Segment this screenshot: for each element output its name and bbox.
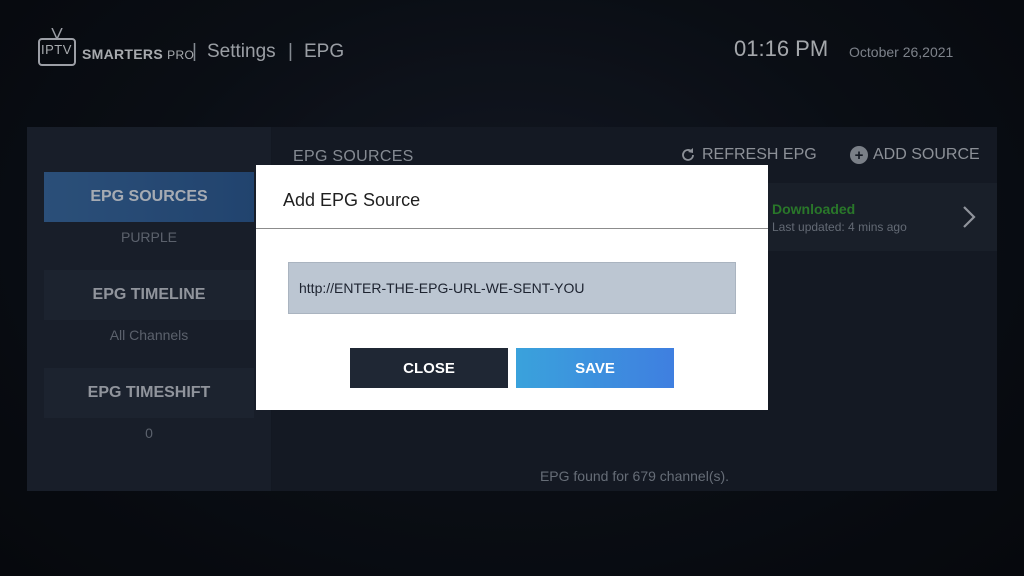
dialog-divider bbox=[256, 228, 768, 229]
add-epg-source-dialog: Add EPG Source CLOSE SAVE bbox=[256, 165, 768, 410]
dialog-title: Add EPG Source bbox=[283, 190, 421, 210]
epg-url-input[interactable] bbox=[288, 262, 736, 314]
save-button[interactable]: SAVE bbox=[516, 348, 674, 388]
close-button[interactable]: CLOSE bbox=[350, 348, 508, 388]
